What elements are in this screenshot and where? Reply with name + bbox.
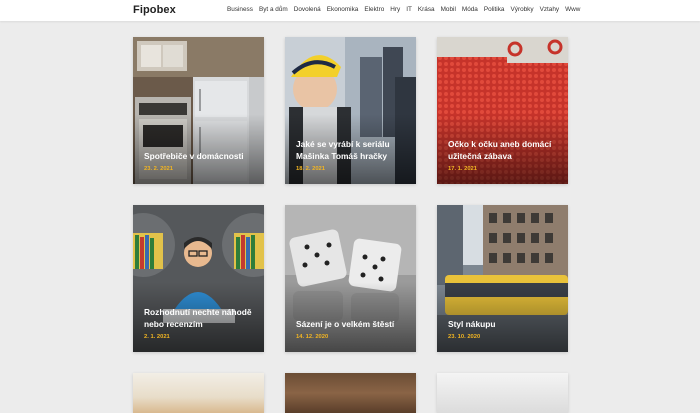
article-card[interactable]: Sázení je o velkém štěstí 14. 12. 2020 <box>285 205 416 352</box>
article-title[interactable]: Spotřebiče v domácnosti <box>144 150 256 162</box>
nav-item-moda[interactable]: Móda <box>462 6 478 13</box>
article-card[interactable]: Styl nákupu 23. 10. 2020 <box>437 205 568 352</box>
card-gradient <box>437 282 568 352</box>
nav-item-business[interactable]: Business <box>227 6 253 13</box>
nav-item-hry[interactable]: Hry <box>390 6 400 13</box>
article-thumbnail-image <box>285 373 416 413</box>
article-card[interactable]: Očko k očku aneb domácí užitečná zábava … <box>437 37 568 184</box>
nav-item-mobil[interactable]: Mobil <box>441 6 456 13</box>
card-gradient <box>285 282 416 352</box>
article-date: 23. 2. 2021 <box>144 166 174 172</box>
article-card[interactable]: Rozhodnutí nechte náhodě nebo recenzím 2… <box>133 205 264 352</box>
article-card[interactable]: Jaké se vyrábí k seriálu Mašinka Tomáš h… <box>285 37 416 184</box>
article-card[interactable] <box>437 373 568 413</box>
site-logo[interactable]: Fipobex <box>133 4 176 16</box>
article-title[interactable]: Očko k očku aneb domácí užitečná zábava <box>448 138 560 162</box>
top-navigation-bar: Fipobex Business Byt a dům Dovolená Ekon… <box>0 0 700 21</box>
article-date: 17. 1. 2021 <box>448 166 478 172</box>
article-title[interactable]: Styl nákupu <box>448 318 560 330</box>
article-thumbnail-image <box>437 373 568 413</box>
article-card[interactable] <box>285 373 416 413</box>
nav-item-www[interactable]: Www <box>565 6 580 13</box>
article-date: 18. 2. 2021 <box>296 166 326 172</box>
nav-item-vyrobky[interactable]: Výrobky <box>510 6 533 13</box>
article-title[interactable]: Rozhodnutí nechte náhodě nebo recenzím <box>144 306 256 330</box>
nav-item-vztahy[interactable]: Vztahy <box>540 6 560 13</box>
main-nav: Business Byt a dům Dovolená Ekonomika El… <box>227 6 580 13</box>
article-date: 23. 10. 2020 <box>448 334 481 340</box>
nav-item-krasa[interactable]: Krása <box>418 6 435 13</box>
article-date: 14. 12. 2020 <box>296 334 329 340</box>
nav-item-politika[interactable]: Politika <box>484 6 505 13</box>
article-date: 2. 1. 2021 <box>144 334 170 340</box>
article-thumbnail-image <box>133 373 264 413</box>
article-title[interactable]: Sázení je o velkém štěstí <box>296 318 408 330</box>
nav-item-elektro[interactable]: Elektro <box>364 6 384 13</box>
nav-item-it[interactable]: IT <box>406 6 412 13</box>
article-title[interactable]: Jaké se vyrábí k seriálu Mašinka Tomáš h… <box>296 138 408 162</box>
article-card[interactable]: Spotřebiče v domácnosti 23. 2. 2021 <box>133 37 264 184</box>
nav-item-dovolena[interactable]: Dovolená <box>294 6 321 13</box>
nav-item-ekonomika[interactable]: Ekonomika <box>327 6 359 13</box>
card-gradient <box>133 114 264 184</box>
nav-item-byt-a-dum[interactable]: Byt a dům <box>259 6 288 13</box>
article-card[interactable] <box>133 373 264 413</box>
